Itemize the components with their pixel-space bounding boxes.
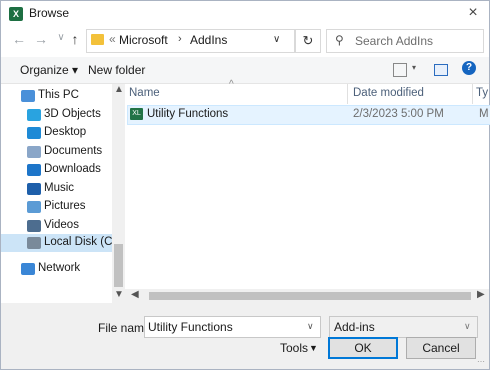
navigation-pane: This PC 3D Objects Desktop Documents Dow…: [1, 84, 125, 303]
file-type: M: [479, 108, 489, 120]
video-icon: [27, 220, 41, 232]
file-type-value: Add-ins: [334, 320, 375, 334]
help-icon[interactable]: ?: [462, 61, 476, 75]
chevron-down-icon[interactable]: ∨: [464, 321, 471, 332]
cancel-button[interactable]: Cancel: [406, 337, 476, 359]
search-icon: ⚲: [335, 33, 344, 47]
sort-caret-icon: ^: [229, 79, 234, 90]
nav-item-network[interactable]: Network: [1, 260, 112, 278]
search-placeholder: Search AddIns: [355, 34, 434, 48]
picture-icon: [27, 201, 41, 213]
overflow-chevron-icon[interactable]: «: [109, 32, 116, 46]
nav-item-label: This PC: [38, 89, 79, 101]
column-divider[interactable]: [472, 84, 473, 104]
nav-item-label: Music: [44, 182, 75, 194]
forward-arrow-icon[interactable]: →: [33, 31, 49, 47]
disk-icon: [27, 237, 41, 249]
view-options-icon[interactable]: [393, 63, 407, 77]
organize-button[interactable]: Organize ▾: [20, 63, 78, 77]
file-type-filter[interactable]: Add-ins ∨: [329, 316, 478, 338]
music-icon: [27, 183, 41, 195]
download-icon: [27, 164, 41, 176]
nav-item-label: Desktop: [44, 126, 87, 138]
file-date: 2/3/2023 5:00 PM: [353, 108, 444, 120]
nav-item-3d-objects[interactable]: 3D Objects: [1, 106, 112, 124]
preview-pane-icon[interactable]: [434, 64, 448, 76]
breadcrumb-separator: ›: [178, 33, 182, 45]
nav-item-this-pc[interactable]: This PC: [1, 87, 112, 105]
scroll-thumb[interactable]: [114, 244, 123, 287]
column-divider[interactable]: [347, 84, 348, 104]
browse-dialog: X Browse × ← → ∨ ↑ « Microsoft › AddIns …: [0, 0, 490, 370]
nav-item-label: Downloads: [44, 163, 101, 175]
refresh-icon: ↻: [302, 33, 314, 48]
column-header-type[interactable]: Ty: [476, 87, 488, 107]
nav-item-pictures[interactable]: Pictures: [1, 198, 112, 216]
column-header-date[interactable]: Date modified: [353, 87, 424, 107]
up-arrow-icon[interactable]: ↑: [67, 31, 83, 47]
nav-item-local-disk[interactable]: Local Disk (C:): [1, 234, 119, 252]
file-list: Name Date modified Ty XL Utility Functio…: [125, 84, 490, 289]
ok-button[interactable]: OK: [328, 337, 398, 359]
scroll-down-icon[interactable]: ▼: [114, 289, 124, 300]
search-input[interactable]: ⚲ Search AddIns: [326, 29, 484, 53]
nav-item-videos[interactable]: Videos: [1, 217, 112, 235]
file-name-input[interactable]: Utility Functions ∨: [144, 316, 321, 338]
nav-item-desktop[interactable]: Desktop: [1, 124, 112, 142]
scroll-right-icon[interactable]: ▶: [477, 289, 485, 300]
nav-item-downloads[interactable]: Downloads: [1, 161, 112, 179]
breadcrumb-addins[interactable]: AddIns: [190, 33, 227, 47]
cube-icon: [27, 109, 41, 121]
nav-item-label: Videos: [44, 219, 79, 231]
back-arrow-icon[interactable]: ←: [11, 31, 27, 47]
chevron-down-icon[interactable]: ∨: [307, 321, 314, 332]
file-name: Utility Functions: [147, 108, 229, 120]
title-bar: X Browse ×: [1, 1, 489, 27]
nav-vertical-scrollbar[interactable]: ▲ ▼: [112, 84, 125, 303]
network-icon: [21, 263, 35, 275]
folder-icon: [91, 34, 104, 45]
chevron-down-icon[interactable]: ∨: [273, 34, 280, 45]
excel-addin-icon: XL: [130, 108, 143, 120]
nav-item-music[interactable]: Music: [1, 180, 112, 198]
nav-item-label: 3D Objects: [44, 108, 101, 120]
file-name-value: Utility Functions: [148, 320, 233, 334]
list-horizontal-scrollbar[interactable]: ◀ ▶: [125, 289, 489, 303]
refresh-button[interactable]: ↻: [295, 29, 321, 53]
desktop-icon: [27, 127, 41, 139]
nav-item-label: Network: [38, 262, 81, 274]
close-icon[interactable]: ×: [463, 4, 483, 22]
tools-button[interactable]: Tools: [280, 341, 308, 355]
scroll-thumb[interactable]: [149, 292, 471, 300]
column-header-name[interactable]: Name: [129, 87, 160, 107]
pc-icon: [21, 90, 35, 102]
nav-item-label: Documents: [44, 145, 103, 157]
document-icon: [27, 146, 41, 158]
tools-dropdown-icon[interactable]: ▼: [309, 343, 318, 353]
breadcrumb-microsoft[interactable]: Microsoft: [119, 33, 168, 47]
excel-app-icon: X: [9, 7, 23, 21]
new-folder-button[interactable]: New folder: [88, 63, 145, 77]
nav-item-label: Local Disk (C:): [44, 236, 120, 248]
nav-item-documents[interactable]: Documents: [1, 143, 112, 161]
resize-grip-icon[interactable]: ⋯: [477, 357, 487, 367]
nav-item-label: Pictures: [44, 200, 86, 212]
address-bar[interactable]: « Microsoft › AddIns ∨: [86, 29, 295, 53]
scroll-up-icon[interactable]: ▲: [114, 84, 124, 95]
view-dropdown-icon[interactable]: ▾: [412, 63, 416, 72]
file-row[interactable]: XL Utility Functions 2/3/2023 5:00 PM M: [127, 105, 490, 125]
window-title: Browse: [29, 6, 70, 20]
scroll-left-icon[interactable]: ◀: [131, 289, 139, 300]
